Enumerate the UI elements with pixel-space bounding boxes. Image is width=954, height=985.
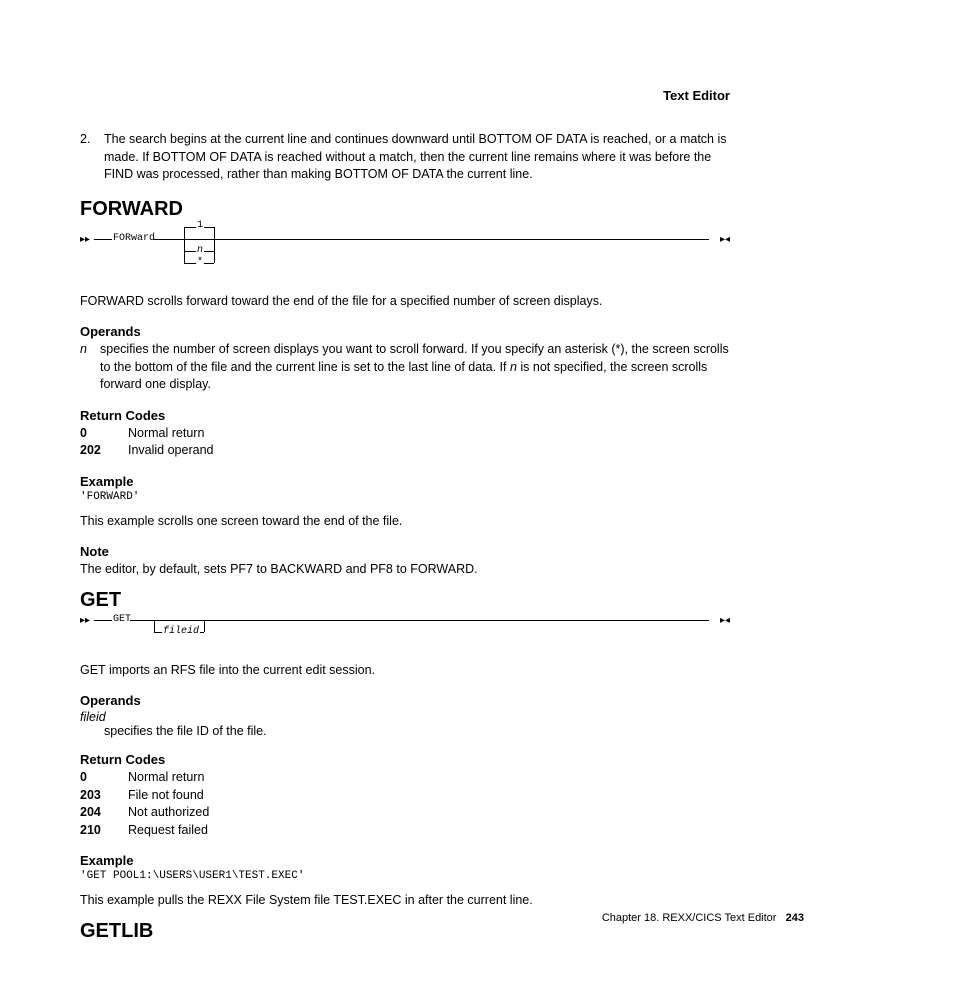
rc-row: 0 Normal return	[80, 769, 730, 787]
syntax-keyword: GET	[112, 614, 132, 625]
rc-code: 202	[80, 442, 128, 460]
example-heading: Example	[80, 474, 730, 489]
example-code: 'GET POOL1:\USERS\USER1\TEST.EXEC'	[80, 870, 730, 882]
rc-row: 203 File not found	[80, 787, 730, 805]
rc-code: 210	[80, 822, 128, 840]
example-heading: Example	[80, 853, 730, 868]
example-description: This example scrolls one screen toward t…	[80, 513, 730, 531]
rc-text: Normal return	[128, 425, 730, 443]
rc-row: 202 Invalid operand	[80, 442, 730, 460]
return-codes-heading: Return Codes	[80, 752, 730, 767]
operand-term: fileid	[80, 710, 730, 724]
syntax-star: *	[196, 257, 204, 268]
operand-definition: specifies the file ID of the file.	[104, 724, 730, 738]
operand-term: n	[80, 341, 100, 394]
rc-text: Normal return	[128, 769, 730, 787]
operand-row: n specifies the number of screen display…	[80, 341, 730, 394]
page-content: Text Editor 2. The search begins at the …	[0, 0, 880, 985]
operands-heading: Operands	[80, 324, 730, 339]
operand-definition: specifies the number of screen displays …	[100, 341, 730, 394]
syntax-start-icon: ▸▸	[80, 234, 90, 245]
forward-description: FORWARD scrolls forward toward the end o…	[80, 293, 730, 311]
rc-code: 203	[80, 787, 128, 805]
note-number: 2.	[80, 131, 104, 184]
note-text: The editor, by default, sets PF7 to BACK…	[80, 561, 730, 579]
get-description: GET imports an RFS file into the current…	[80, 662, 730, 680]
rc-code: 0	[80, 425, 128, 443]
rc-text: File not found	[128, 787, 730, 805]
syntax-start-icon: ▸▸	[80, 615, 90, 626]
rc-code: 204	[80, 804, 128, 822]
note-body: The search begins at the current line an…	[104, 131, 730, 184]
operands-heading: Operands	[80, 693, 730, 708]
get-heading: GET	[80, 589, 730, 612]
rc-text: Request failed	[128, 822, 730, 840]
footer-page-number: 243	[786, 912, 804, 924]
get-syntax-diagram: ▸▸ GET fileid ▸◂	[80, 614, 730, 638]
syntax-keyword: FORward	[112, 233, 156, 244]
page-footer: Chapter 18. REXX/CICS Text Editor 243	[602, 912, 804, 924]
example-code: 'FORWARD'	[80, 491, 730, 503]
rc-text: Not authorized	[128, 804, 730, 822]
rc-row: 204 Not authorized	[80, 804, 730, 822]
syntax-end-icon: ▸◂	[720, 234, 730, 245]
numbered-note: 2. The search begins at the current line…	[80, 131, 730, 184]
note-heading: Note	[80, 544, 730, 559]
return-codes-heading: Return Codes	[80, 408, 730, 423]
syntax-fileid: fileid	[162, 626, 200, 637]
rc-code: 0	[80, 769, 128, 787]
rc-row: 0 Normal return	[80, 425, 730, 443]
rc-text: Invalid operand	[128, 442, 730, 460]
syntax-n: n	[196, 245, 204, 256]
forward-syntax-diagram: ▸▸ FORward 1 n * ▸◂	[80, 223, 730, 265]
example-description: This example pulls the REXX File System …	[80, 892, 730, 910]
forward-heading: FORWARD	[80, 198, 730, 221]
syntax-end-icon: ▸◂	[720, 615, 730, 626]
rc-row: 210 Request failed	[80, 822, 730, 840]
footer-chapter: Chapter 18. REXX/CICS Text Editor	[602, 912, 777, 924]
running-header: Text Editor	[80, 88, 730, 103]
syntax-default: 1	[196, 220, 204, 231]
